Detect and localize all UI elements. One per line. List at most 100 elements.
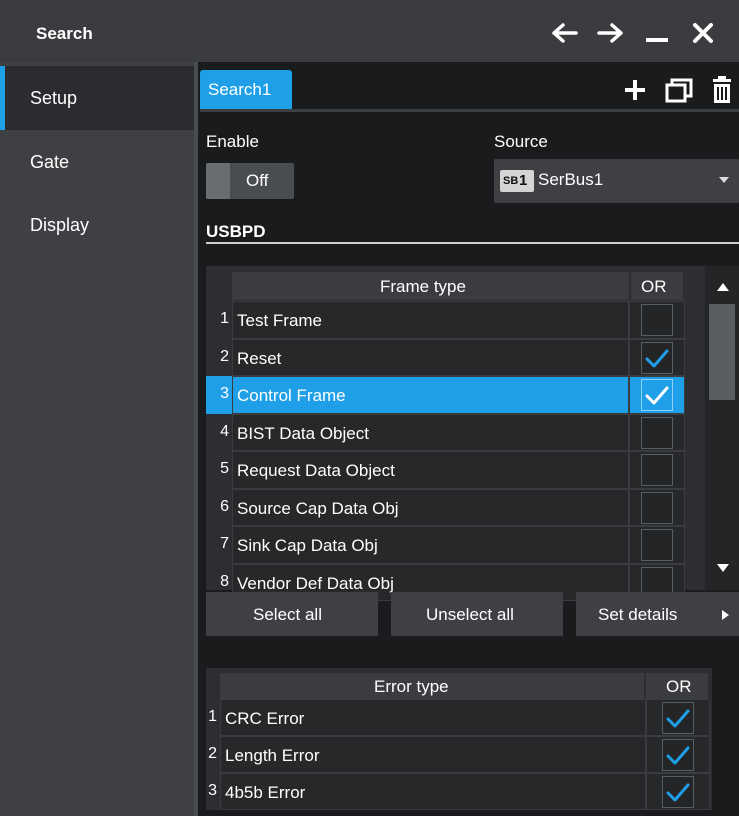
panel-divider [194,62,198,816]
table-row[interactable]: 2 Reset [206,338,705,376]
table-row[interactable]: 3 4b5b Error [200,773,710,810]
or-cell [646,736,710,773]
scroll-down-icon[interactable] [717,564,729,572]
frame-type-header: Frame type [232,272,629,300]
arrow-right-icon[interactable] [593,16,627,50]
row-name-cell[interactable]: Request Data Object [232,451,629,489]
scrollbar-thumb[interactable] [709,304,735,400]
row-number-cell: 3 [200,773,220,810]
enable-toggle[interactable]: Off [206,163,294,199]
row-name-cell[interactable]: Source Cap Data Obj [232,488,629,526]
row-name-cell[interactable]: CRC Error [220,699,646,736]
row-name-cell[interactable]: Control Frame [232,376,629,414]
row-number: 3 [220,385,229,402]
select-all-button[interactable]: Select all [206,592,378,636]
row-name-cell[interactable]: BIST Data Object [232,413,629,451]
minimize-icon[interactable] [640,16,674,50]
table-row[interactable]: 1 Test Frame [206,301,705,339]
add-icon[interactable] [620,73,650,107]
or-cell [629,301,685,339]
or-checkbox[interactable] [662,702,694,734]
or-checkbox[interactable] [641,304,673,336]
row-name: CRC Error [225,709,305,728]
row-number: 7 [220,535,229,552]
table-row[interactable]: 7 Sink Cap Data Obj [206,526,705,564]
sidebar-item-gate[interactable]: Gate [0,130,194,194]
title-bar: Search [0,0,739,62]
sidebar-item-label: Gate [30,152,70,172]
row-number: 1 [208,708,217,725]
frame-or-header: OR [631,272,683,300]
row-name-cell[interactable]: Sink Cap Data Obj [232,526,629,564]
row-number-cell: 1 [206,301,232,339]
row-number: 3 [208,782,217,799]
or-checkbox[interactable] [641,341,673,374]
enable-label: Enable [206,132,259,151]
table-row[interactable]: 5 Request Data Object [206,451,705,489]
or-cell [629,413,685,451]
error-type-header: Error type [220,673,644,699]
chevron-right-icon [722,610,729,620]
sidebar-item-label: Setup [30,88,78,108]
or-checkbox[interactable] [641,491,673,524]
table-row[interactable]: 1 CRC Error [200,699,710,736]
row-name: Source Cap Data Obj [237,498,399,518]
row-name-cell[interactable]: 4b5b Error [220,773,646,810]
or-checkbox[interactable] [662,739,694,771]
row-name: Length Error [225,746,320,765]
set-details-button[interactable]: Set details [576,592,739,636]
row-number-cell: 3 [206,376,232,414]
toggle-knob [206,163,230,199]
or-cell [629,338,685,376]
protocol-label: USBPD [206,222,266,241]
row-name-cell[interactable]: Length Error [220,736,646,773]
row-name: Test Frame [237,311,323,330]
row-number-cell: 6 [206,489,232,527]
checkmark-icon [666,709,690,728]
sidebar-item-display[interactable]: Display [0,193,194,257]
row-number: 8 [220,572,229,590]
source-select[interactable]: SB 1 SerBus1 [494,159,739,203]
row-number: 2 [220,347,229,365]
or-checkbox[interactable] [662,776,694,808]
table-row[interactable]: 6 Source Cap Data Obj [206,488,705,527]
row-number: 1 [220,310,229,327]
trash-icon[interactable] [707,73,737,107]
chevron-down-icon [719,177,729,183]
row-name: Control Frame [237,386,346,405]
table-row[interactable]: 4 BIST Data Object [206,413,705,452]
row-name: 4b5b Error [225,783,306,802]
row-number: 4 [220,422,229,440]
or-checkbox[interactable] [641,454,673,486]
or-checkbox[interactable] [641,529,673,561]
or-cell [646,699,710,736]
enable-value: Off [246,171,269,190]
checkmark-icon [645,349,669,367]
row-name-cell[interactable]: Test Frame [232,301,629,339]
checkmark-icon [645,386,669,405]
row-name: Sink Cap Data Obj [237,536,378,555]
source-value: SerBus1 [538,170,604,189]
row-name-cell[interactable]: Reset [232,338,629,376]
table-row[interactable]: 3 Control Frame [206,376,705,414]
sidebar-item-setup[interactable]: Setup [0,66,194,130]
or-checkbox[interactable] [641,379,673,411]
tab-search1[interactable]: Search1 [200,70,292,110]
window-title: Search [36,24,93,43]
or-checkbox[interactable] [641,416,673,449]
serbus-badge: SB 1 [500,170,534,192]
source-label: Source [494,132,548,151]
table-row[interactable]: 2 Length Error [200,736,710,773]
row-number-cell: 4 [206,414,232,452]
frame-table-scrollbar[interactable] [705,266,739,590]
scroll-up-icon[interactable] [717,283,729,291]
unselect-all-button[interactable]: Unselect all [391,592,563,636]
close-icon[interactable] [686,16,720,50]
tab-underline [200,109,739,112]
or-cell [629,526,685,564]
copy-icon[interactable] [664,73,694,107]
arrow-left-icon[interactable] [548,16,582,50]
or-cell [629,488,685,526]
row-number: 6 [220,497,229,515]
checkmark-icon [666,783,690,802]
